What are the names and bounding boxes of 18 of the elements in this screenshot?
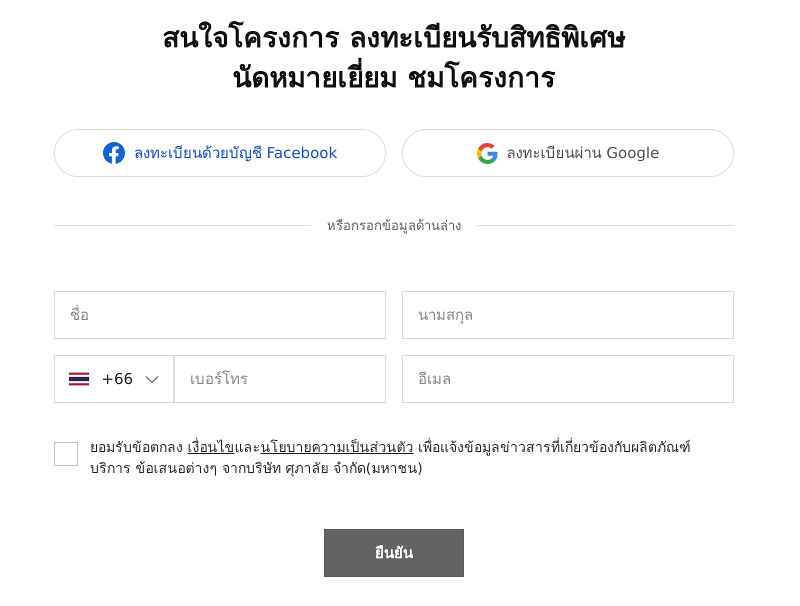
phone-input-field[interactable]: เบอร์โทร: [174, 355, 386, 403]
flag-icon: [69, 372, 90, 386]
facebook-login-button[interactable]: ลงทะเบียนด้วยบัญชี Facebook: [54, 129, 386, 177]
consent-link[interactable]: เงื่อนไข: [187, 440, 234, 456]
page-title: สนใจโครงการ ลงทะเบียนรับสิทธิพิเศษ นัดหมายเยี่ยม ชมโครงการ: [162, 20, 626, 96]
chevron-down-icon: [145, 374, 159, 384]
consent-text: ยอมรับข้อตกลง เงื่อนไขและนโยบายความเป็นส่วนตัว เพื่อแจ้งข้อมูลข่าวสารที่เกี่ยวข้องกับผลิตภัณฑ์ บริการ ข้อเสนอต่างๆ จากบริษัท ศุภาลัย จำกัด(มหาชน): [90, 438, 734, 480]
consent-link[interactable]: นโยบายความเป็นส่วนตัว: [260, 440, 414, 456]
facebook-logo-icon: [102, 142, 125, 164]
country-code-dropdown[interactable]: +66: [54, 355, 174, 403]
input-field[interactable]: ชื่อ: [54, 291, 386, 339]
input-field[interactable]: นามสกุล: [402, 291, 734, 339]
divider-label: หรือกรอกข้อมูลด้านล่าง: [326, 218, 462, 236]
submit-button[interactable]: ยืนยัน: [324, 529, 464, 577]
google-login-button[interactable]: ลงทะเบียนผ่าน Google: [402, 129, 734, 177]
input-field[interactable]: อีเมล: [402, 355, 734, 403]
google-logo-icon: [476, 142, 498, 164]
consent-checkbox[interactable]: [54, 442, 78, 466]
